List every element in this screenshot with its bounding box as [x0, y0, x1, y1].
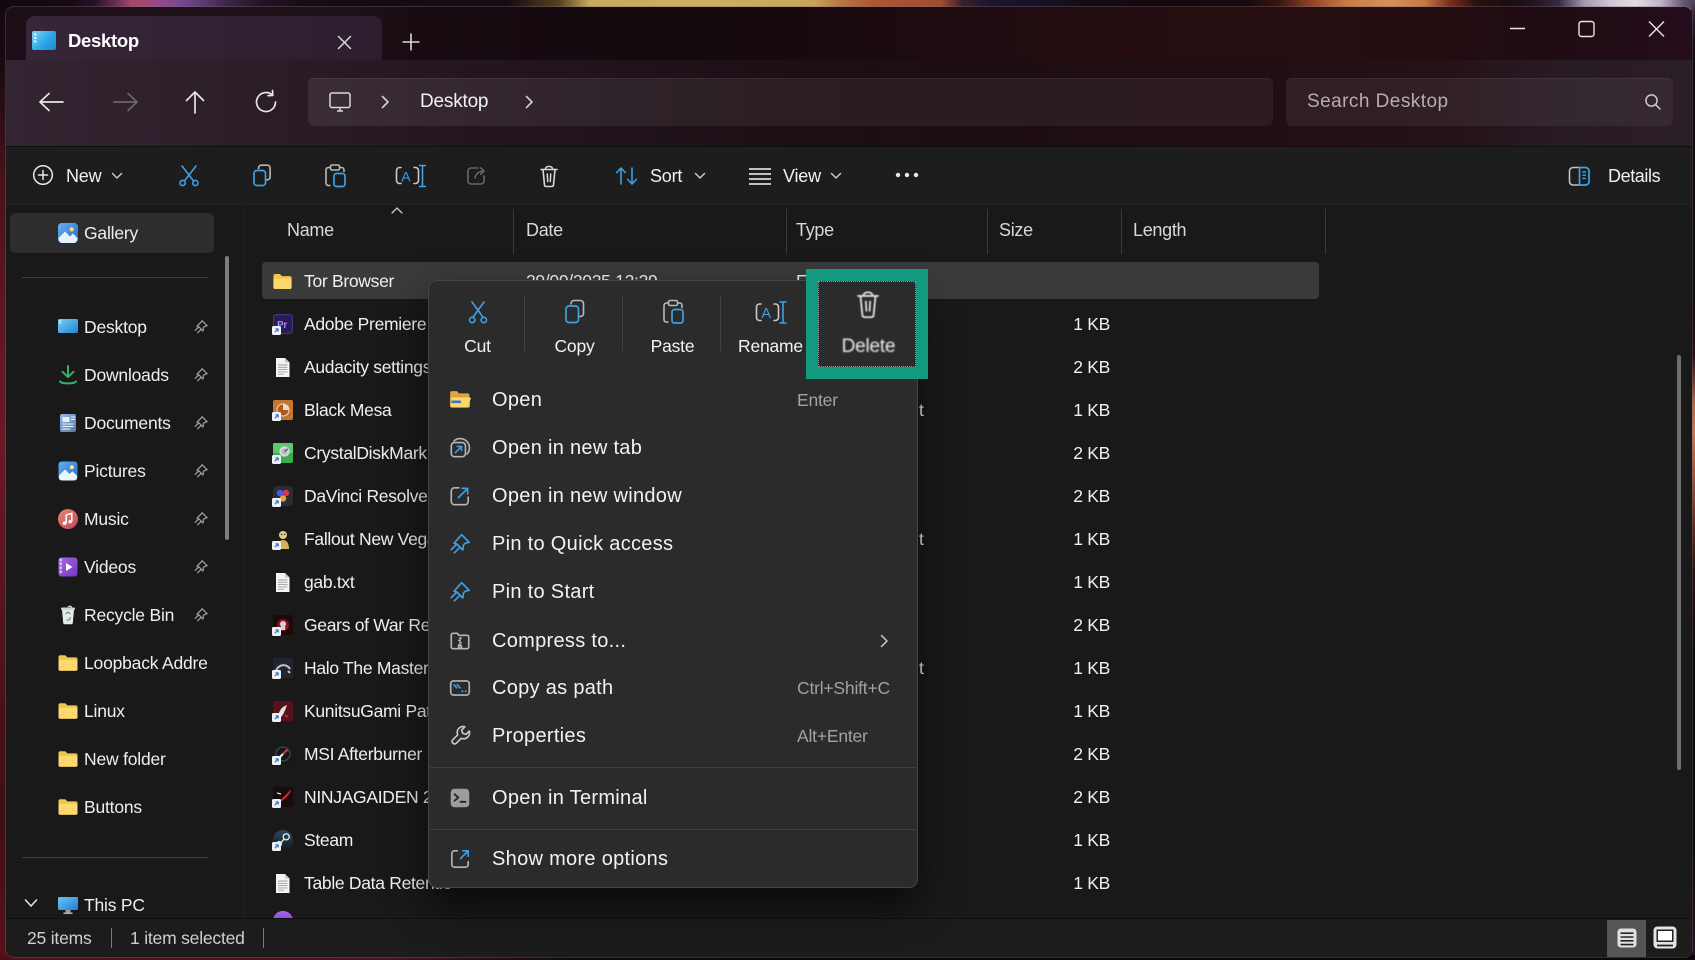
svg-text:A: A: [401, 169, 411, 185]
svg-text:A: A: [761, 306, 771, 322]
